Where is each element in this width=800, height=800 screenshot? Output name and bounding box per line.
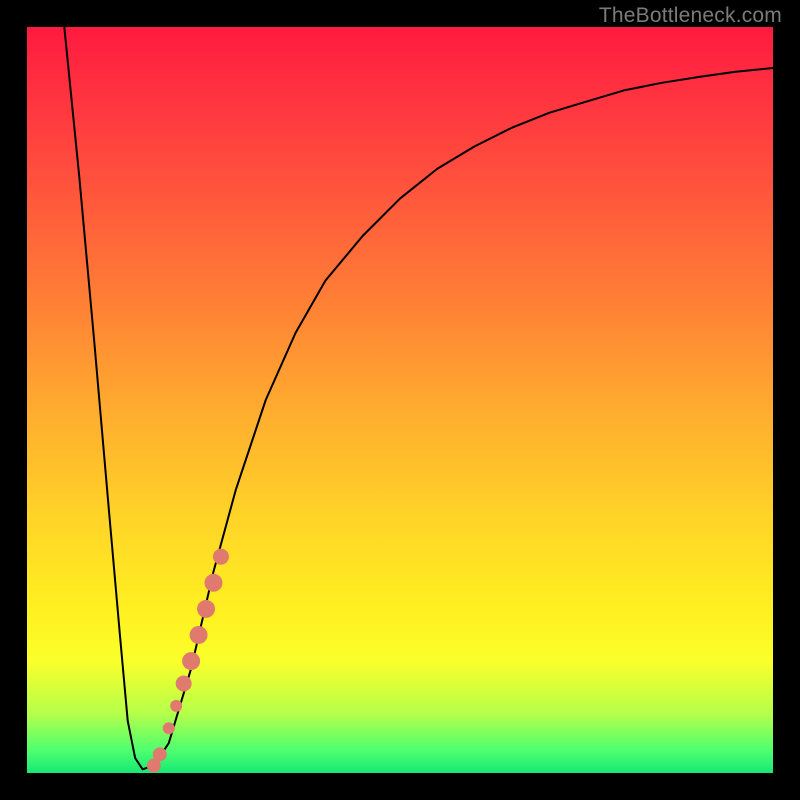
bottleneck-curve <box>64 27 773 769</box>
data-marker <box>153 747 167 761</box>
watermark-label: TheBottleneck.com <box>599 4 782 28</box>
data-marker <box>170 700 182 712</box>
chart-svg <box>27 27 773 773</box>
data-marker <box>182 652 200 670</box>
data-marker <box>163 722 175 734</box>
marker-group <box>147 549 229 773</box>
data-marker <box>213 549 229 565</box>
data-marker <box>190 626 208 644</box>
data-marker <box>205 574 223 592</box>
chart-frame: TheBottleneck.com <box>0 0 800 800</box>
data-marker <box>176 675 192 691</box>
data-marker <box>197 600 215 618</box>
